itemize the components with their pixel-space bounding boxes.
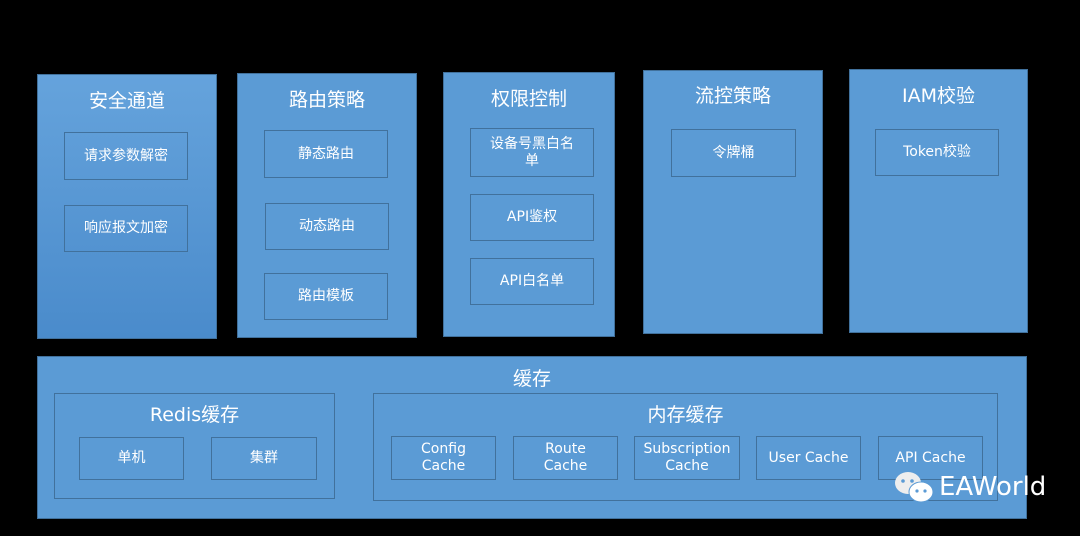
memory-item: Subscription Cache [634, 436, 740, 480]
memory-item: Config Cache [391, 436, 496, 480]
module-title: 路由策略 [288, 89, 365, 111]
redis-item: 单机 [79, 437, 184, 480]
redis-cache-group: Redis缓存 单机 集群 [54, 393, 335, 499]
module-title: 权限控制 [490, 88, 567, 110]
cache-title: 缓存 [512, 368, 551, 390]
module-flow-control: 流控策略 令牌桶 [643, 70, 823, 334]
module-item: 静态路由 [264, 130, 388, 178]
watermark: EAWorld [893, 470, 1046, 504]
memory-item: User Cache [756, 436, 861, 480]
module-security-channel: 安全通道 请求参数解密 响应报文加密 [37, 74, 217, 339]
module-title: 安全通道 [88, 90, 165, 112]
module-item: 请求参数解密 [64, 132, 188, 180]
module-item: 动态路由 [265, 203, 389, 250]
redis-title: Redis缓存 [149, 404, 240, 426]
watermark-text: EAWorld [939, 472, 1047, 502]
redis-item: 集群 [211, 437, 317, 480]
module-item: 路由模板 [264, 273, 388, 320]
wechat-icon [895, 472, 934, 503]
cache-section: 缓存 Redis缓存 单机 集群 内存缓存 Config Cache Route… [37, 356, 1027, 519]
module-title: 流控策略 [694, 85, 771, 107]
module-item: API鉴权 [470, 194, 594, 241]
module-item: 设备号黑白名单 [470, 128, 594, 177]
module-routing-policy: 路由策略 静态路由 动态路由 路由模板 [237, 73, 417, 338]
module-item: 令牌桶 [671, 129, 796, 177]
module-iam-check: IAM校验 Token校验 [849, 69, 1028, 333]
module-item: 响应报文加密 [64, 205, 188, 252]
module-access-control: 权限控制 设备号黑白名单 API鉴权 API白名单 [443, 72, 615, 337]
module-item: Token校验 [875, 129, 999, 176]
module-item: API白名单 [470, 258, 594, 305]
memory-item: Route Cache [513, 436, 618, 480]
module-title: IAM校验 [902, 85, 975, 107]
memory-title: 内存缓存 [647, 404, 724, 426]
